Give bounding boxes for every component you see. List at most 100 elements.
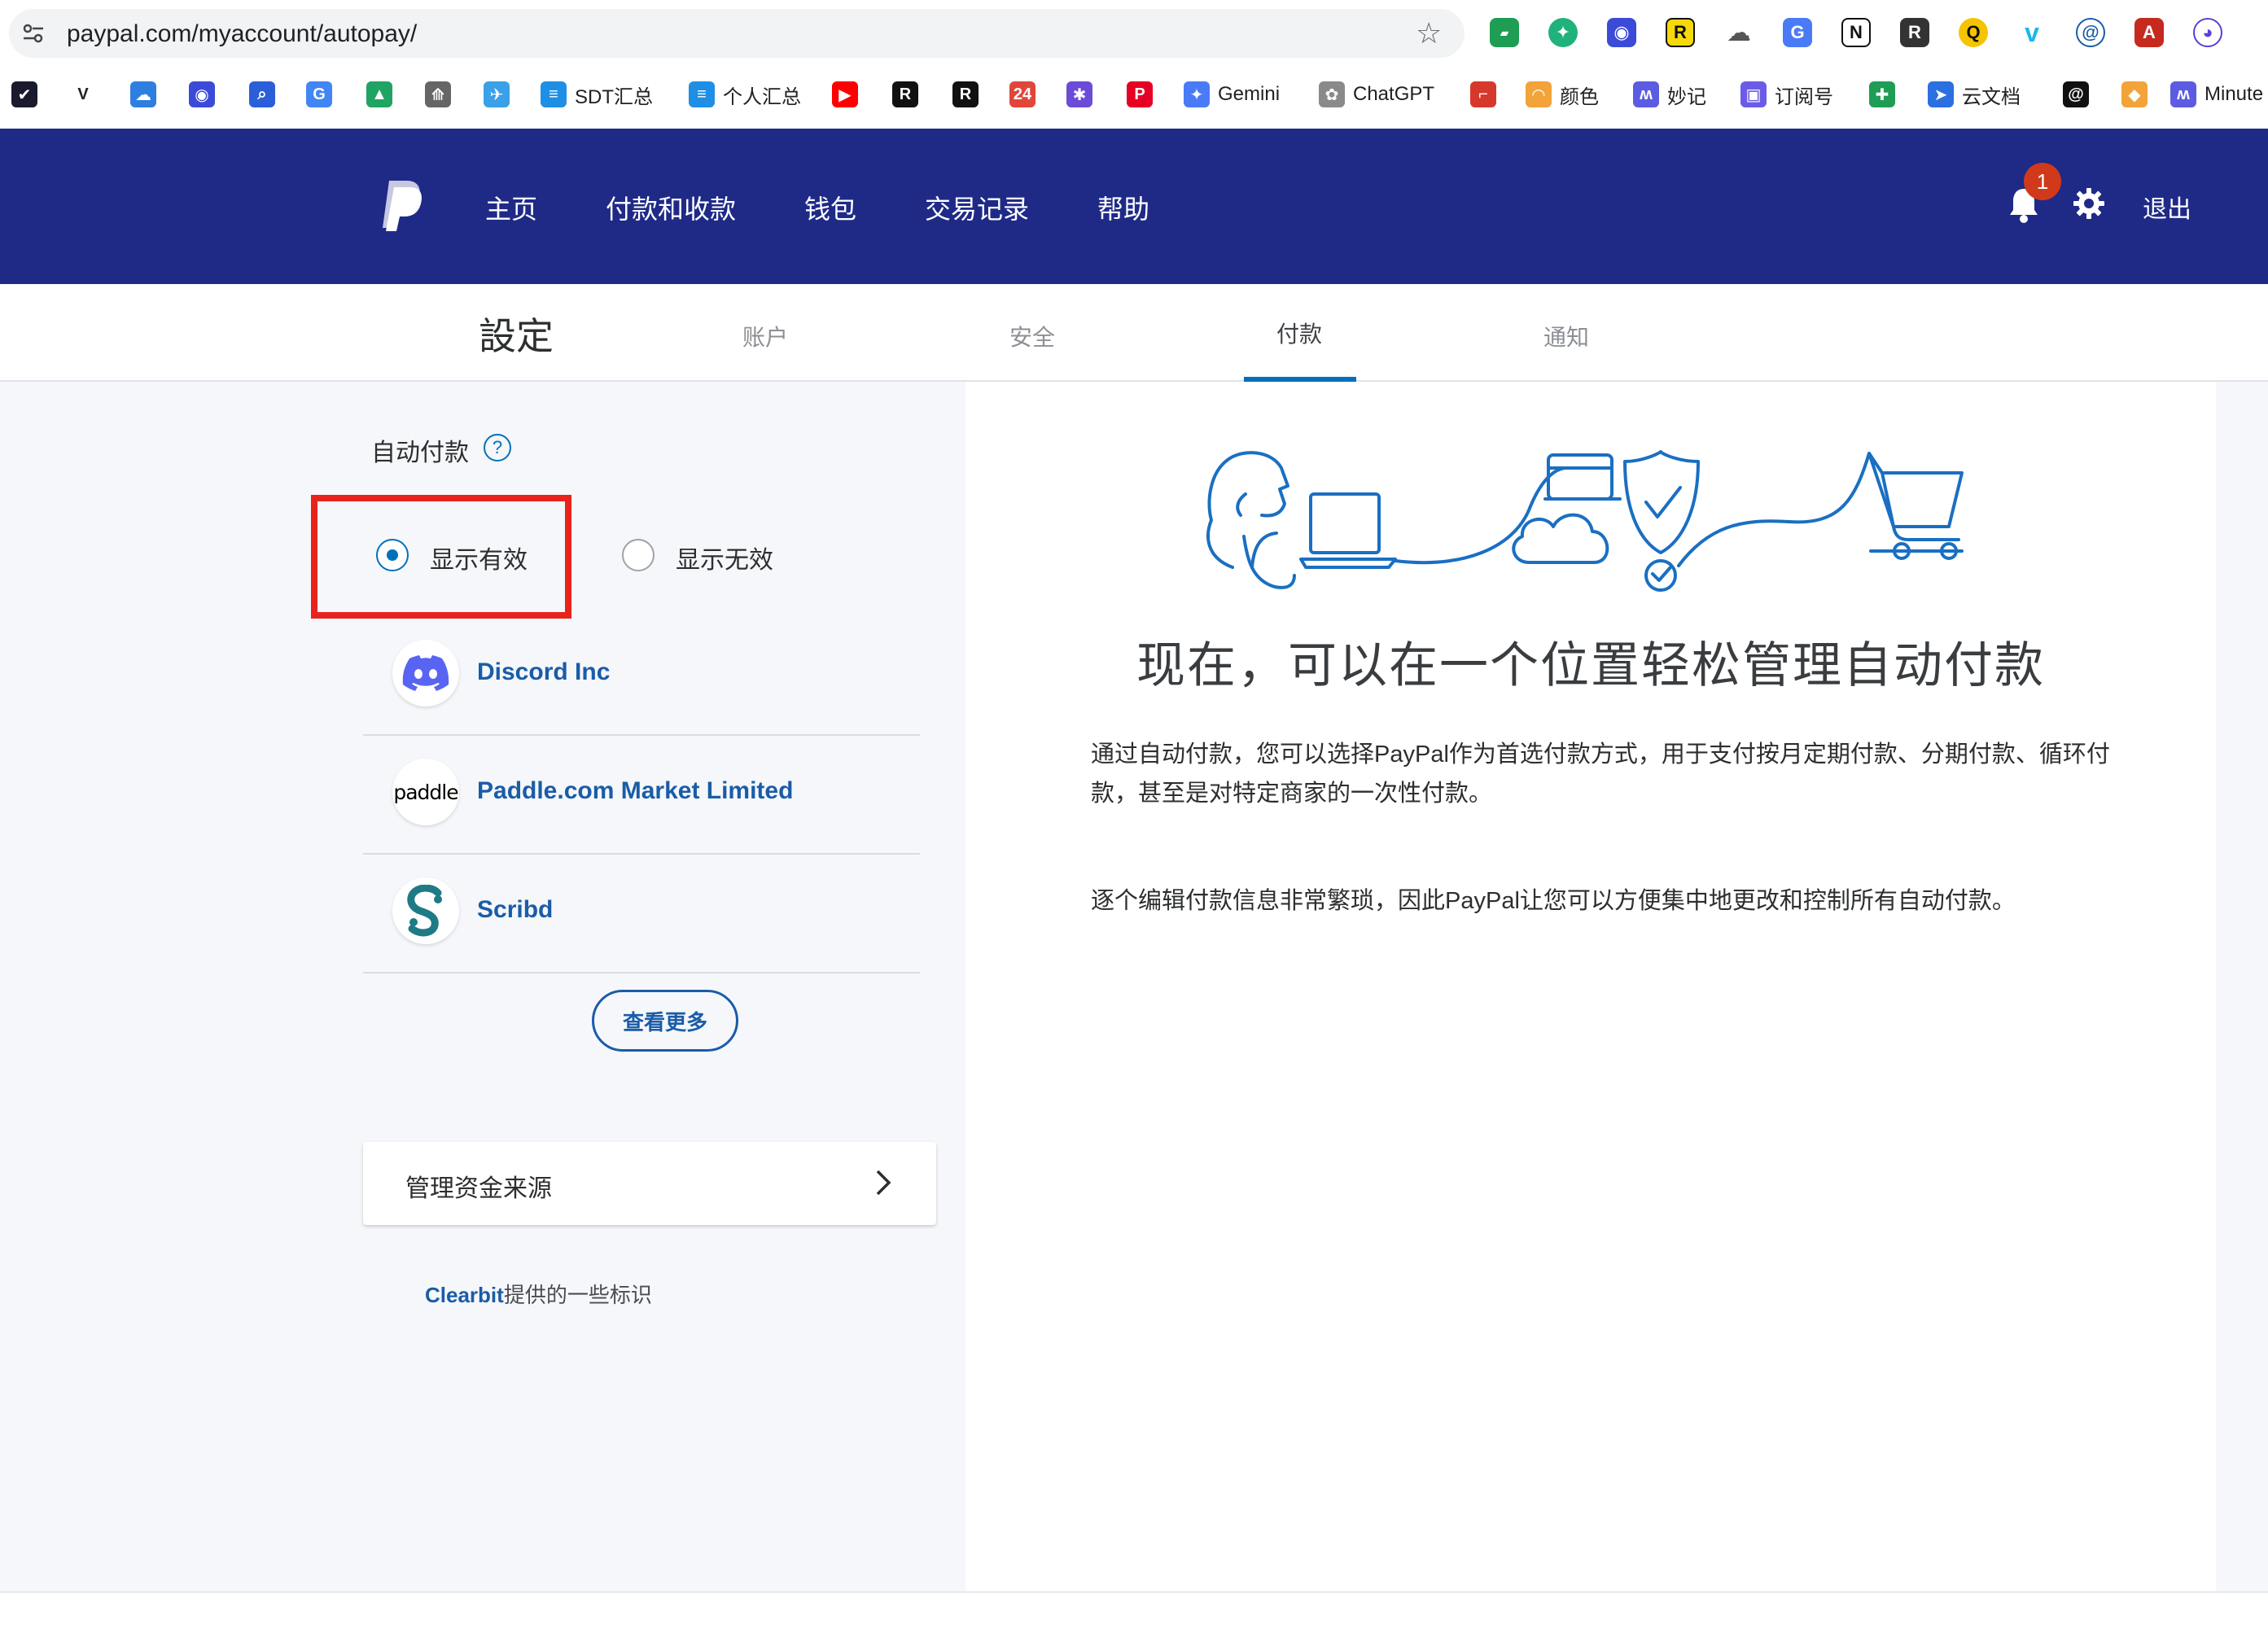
- extension-search-icon[interactable]: Q: [1959, 18, 1988, 47]
- url-text[interactable]: paypal.com/myaccount/autopay/: [67, 20, 417, 48]
- bookmark-item[interactable]: 24: [1009, 77, 1035, 112]
- bookmarks-bar: ✔ V ☁ ◉ ⌕ G ▲ ⟰ ✈ ≡ SDT汇总 ≡ 个人汇总 ▶ R R 24 ✱ P ✦ Gemini ✿ ChatG…: [0, 72, 2268, 116]
- gemini-icon: ✦: [1184, 81, 1210, 107]
- bookmark-item[interactable]: ◆: [2121, 77, 2148, 112]
- bookmark-label: 个人汇总: [723, 85, 801, 108]
- filter-active-label[interactable]: 显示有效: [430, 540, 528, 575]
- extension-cloud-icon[interactable]: ☁: [1724, 18, 1754, 47]
- bookmark-item[interactable]: ◠ 颜色: [1526, 77, 1599, 112]
- bookmark-item[interactable]: ⌕: [249, 77, 275, 112]
- bookmark-item[interactable]: ⌐: [1470, 77, 1496, 112]
- bookmark-item[interactable]: ➤ 云文档: [1928, 77, 2021, 112]
- tab-payments[interactable]: 付款: [1276, 317, 1322, 349]
- drive-icon: ▲: [366, 81, 392, 107]
- nav-wallet[interactable]: 钱包: [804, 189, 856, 226]
- bookmark-item[interactable]: ≡ SDT汇总: [541, 77, 653, 112]
- bookmark-item[interactable]: ✈: [484, 77, 510, 112]
- help-question-icon[interactable]: ?: [484, 434, 511, 461]
- bookmark-item[interactable]: ▶: [832, 77, 858, 112]
- bookmark-item[interactable]: ⟰: [425, 77, 451, 112]
- bracket-icon: ⌐: [1470, 81, 1496, 107]
- r-icon: R: [892, 81, 918, 107]
- tab-notifications[interactable]: 通知: [1543, 320, 1589, 352]
- bookmark-label: 订阅号: [1775, 85, 1833, 108]
- extension-translate-icon[interactable]: G: [1783, 18, 1812, 47]
- notification-badge: 1: [2024, 163, 2061, 200]
- extension-r-icon[interactable]: R: [1666, 18, 1695, 47]
- bird-icon: ✈: [484, 81, 510, 107]
- merchant-name[interactable]: Paddle.com Market Limited: [477, 777, 793, 805]
- bookmark-item[interactable]: ≡ 个人汇总: [689, 77, 801, 112]
- extension-r2-icon[interactable]: R: [1900, 18, 1929, 47]
- nav-home[interactable]: 主页: [485, 189, 537, 226]
- bookmark-item[interactable]: V: [70, 77, 96, 112]
- extension-notion-icon[interactable]: N: [1841, 18, 1871, 47]
- merchant-row[interactable]: paddle Paddle.com Market Limited: [363, 736, 920, 855]
- merchant-row[interactable]: Discord Inc: [363, 617, 920, 736]
- address-bar[interactable]: paypal.com/myaccount/autopay/ ☆: [9, 9, 1465, 58]
- filter-inactive-label[interactable]: 显示无效: [676, 540, 773, 575]
- extension-ai-icon[interactable]: ✦: [1548, 18, 1578, 47]
- bookmark-item[interactable]: P: [1127, 77, 1153, 112]
- bookmark-item[interactable]: ✔: [11, 77, 37, 112]
- wave-icon: ʍ: [2170, 81, 2196, 107]
- nav-activity[interactable]: 交易记录: [925, 189, 1029, 226]
- settings-subnav: 設定 账户 安全 付款 通知: [0, 284, 2268, 382]
- clearbit-suffix: 提供的一些标识: [503, 1283, 652, 1307]
- bookmark-item[interactable]: ✚: [1869, 77, 1895, 112]
- clearbit-link[interactable]: Clearbit: [425, 1283, 504, 1307]
- scribd-logo: [392, 877, 459, 944]
- nodes-icon: ✱: [1066, 81, 1092, 107]
- bookmark-label: 云文档: [1962, 85, 2021, 108]
- bookmark-item[interactable]: ☁: [130, 77, 156, 112]
- bookmark-item[interactable]: G: [306, 77, 332, 112]
- filter-inactive-radio[interactable]: [622, 539, 655, 571]
- merchant-name[interactable]: Discord Inc: [477, 658, 610, 686]
- r-outline-icon: R: [952, 81, 979, 107]
- settings-gear-icon[interactable]: [2073, 187, 2105, 220]
- paddle-logo-text: paddle: [393, 780, 458, 804]
- bookmark-item[interactable]: ✱: [1066, 77, 1092, 112]
- nav-send-receive[interactable]: 付款和收款: [606, 189, 736, 226]
- see-more-button[interactable]: 查看更多: [592, 990, 738, 1052]
- extension-bot-icon[interactable]: ◉: [1607, 18, 1636, 47]
- plus-icon: ✚: [1869, 81, 1895, 107]
- page: paypal.com/myaccount/autopay/ ☆ ▰ ✦ ◉ R …: [0, 0, 2268, 1636]
- bookmark-item[interactable]: R: [952, 77, 979, 112]
- extension-owl-icon[interactable]: ◕: [2193, 18, 2222, 47]
- bookmark-item[interactable]: ▣ 订阅号: [1740, 77, 1833, 112]
- bookmark-item[interactable]: R: [892, 77, 918, 112]
- logout-link[interactable]: 退出: [2143, 189, 2191, 225]
- extension-flag-icon[interactable]: ▰: [1490, 18, 1519, 47]
- paypal-header: 主页 付款和收款 钱包 交易记录 帮助 1 退出: [0, 129, 2268, 284]
- bookmark-label: Minute: [2205, 83, 2264, 105]
- peak-icon: ⟰: [425, 81, 451, 107]
- bookmark-item[interactable]: ✦ Gemini: [1184, 77, 1280, 112]
- bookmark-item[interactable]: ◉: [189, 77, 215, 112]
- tab-security[interactable]: 安全: [1009, 320, 1055, 352]
- nav-help[interactable]: 帮助: [1097, 189, 1149, 226]
- extension-at-icon[interactable]: @: [2076, 18, 2105, 47]
- tab-account[interactable]: 账户: [742, 320, 788, 352]
- extension-pdf-icon[interactable]: A: [2134, 18, 2164, 47]
- google-icon: G: [306, 81, 332, 107]
- bookmark-item[interactable]: ʍ Minute: [2170, 77, 2263, 112]
- badge24-icon: 24: [1009, 81, 1035, 107]
- bookmark-item[interactable]: @: [2063, 77, 2089, 112]
- bookmark-item[interactable]: ✿ ChatGPT: [1319, 77, 1434, 112]
- merchant-name[interactable]: Scribd: [477, 896, 553, 924]
- wave-icon: ʍ: [1633, 81, 1659, 107]
- bookmark-item[interactable]: ʍ 妙记: [1633, 77, 1706, 112]
- extension-vimeo-icon[interactable]: v: [2017, 18, 2047, 47]
- person-icon: [1206, 451, 1296, 589]
- laptop-icon: [1299, 492, 1397, 569]
- clearbit-attribution: Clearbit提供的一些标识: [425, 1279, 652, 1309]
- site-settings-icon[interactable]: [22, 23, 45, 44]
- paypal-logo[interactable]: [378, 179, 423, 233]
- merchant-row[interactable]: Scribd: [363, 855, 920, 973]
- chevron-right-icon: [876, 1170, 891, 1196]
- bookmark-item[interactable]: ▲: [366, 77, 392, 112]
- manage-funding-card[interactable]: 管理资金来源: [363, 1142, 936, 1225]
- filter-active-radio[interactable]: [376, 539, 409, 571]
- bookmark-star-icon[interactable]: ☆: [1416, 16, 1442, 50]
